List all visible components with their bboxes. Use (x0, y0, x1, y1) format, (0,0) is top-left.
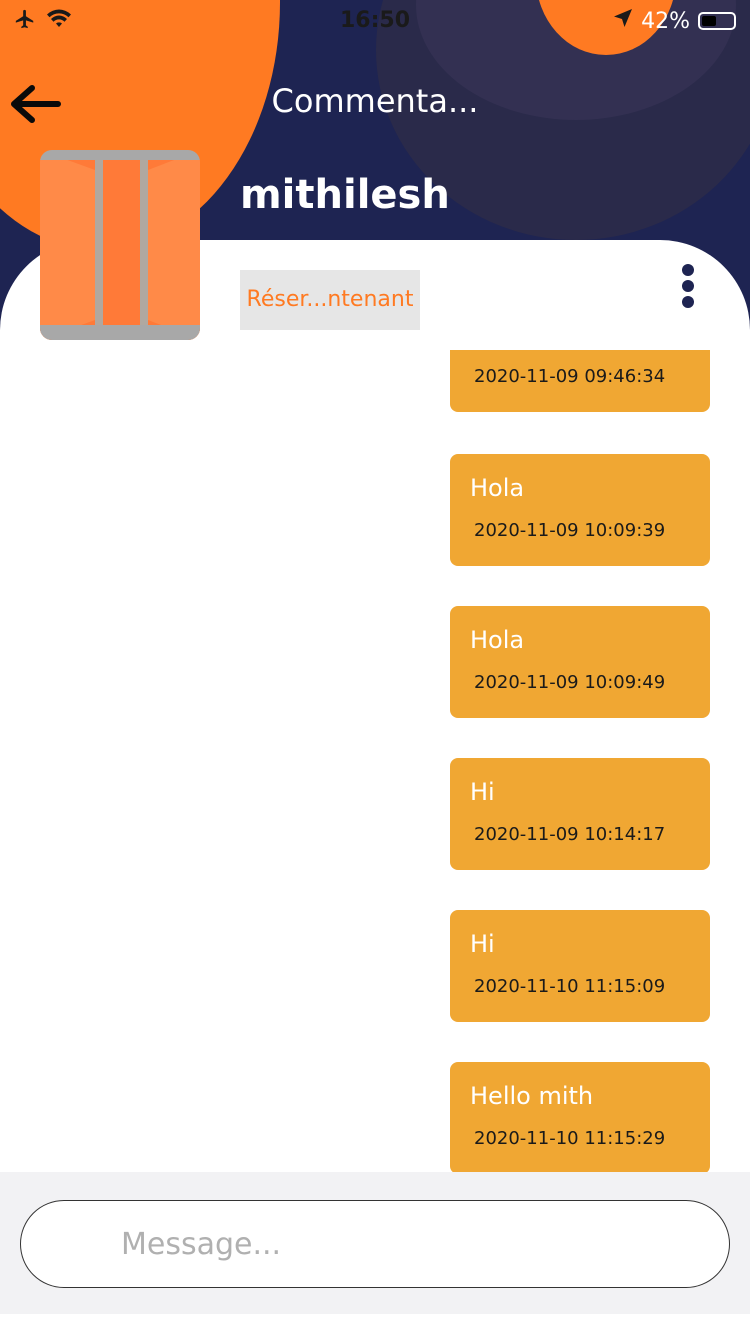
vertical-dots-icon (672, 264, 704, 316)
message-timestamp: 2020-11-10 11:15:09 (474, 976, 666, 997)
message-input[interactable] (20, 1200, 730, 1288)
contact-name: mithilesh (240, 172, 450, 218)
more-options-button[interactable] (672, 262, 704, 312)
bottom-safe-area (0, 1314, 750, 1334)
message-composer (0, 1172, 750, 1314)
avatar (40, 150, 200, 340)
message-bubble[interactable]: Hola 2020-11-09 10:09:49 (450, 606, 710, 718)
message-text: Hi (470, 930, 495, 958)
reserve-button[interactable]: Réser...ntenant (240, 270, 420, 330)
message-text: Hi (470, 778, 495, 806)
message-timestamp: 2020-11-09 10:09:39 (474, 520, 666, 541)
message-text: Hello mith (470, 1082, 594, 1110)
message-timestamp: 2020-11-09 10:09:49 (474, 672, 666, 693)
message-bubble[interactable]: Hola 2020-11-09 10:09:39 (450, 454, 710, 566)
battery-icon (698, 12, 736, 30)
message-bubble[interactable]: 2020-11-09 09:46:34 (450, 350, 710, 412)
message-bubble[interactable]: Hello mith 2020-11-10 11:15:29 (450, 1062, 710, 1172)
arrow-left-icon (6, 85, 62, 132)
message-timestamp: 2020-11-09 10:14:17 (474, 824, 666, 845)
message-timestamp: 2020-11-10 11:15:29 (474, 1128, 666, 1149)
back-button[interactable] (6, 80, 66, 130)
message-list[interactable]: 2020-11-09 09:46:34 Hola 2020-11-09 10:0… (0, 350, 750, 1172)
page-title: Commenta... (271, 82, 479, 120)
message-bubble[interactable]: Hi 2020-11-10 11:15:09 (450, 910, 710, 1022)
message-bubble[interactable]: Hi 2020-11-09 10:14:17 (450, 758, 710, 870)
location-arrow-icon (613, 8, 633, 34)
status-bar: 16:50 42% (0, 0, 750, 40)
message-timestamp: 2020-11-09 09:46:34 (474, 366, 666, 387)
battery-percent: 42% (641, 8, 690, 34)
message-text: Hola (470, 626, 525, 654)
message-text: Hola (470, 474, 525, 502)
